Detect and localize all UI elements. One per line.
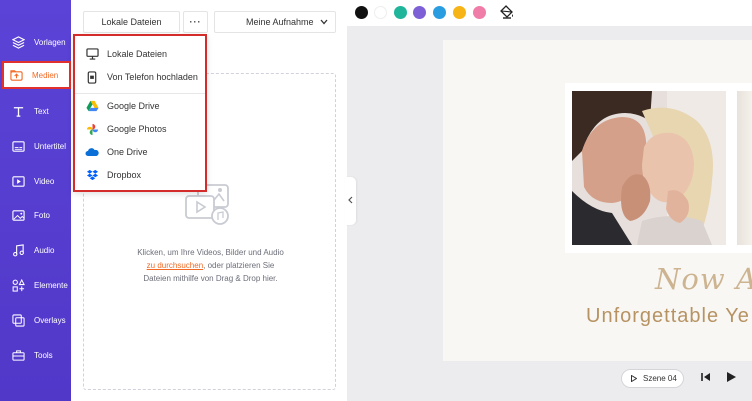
sidebar-item-label: Untertitel — [34, 141, 67, 151]
video-icon — [11, 174, 25, 188]
monitor-icon — [85, 47, 99, 61]
sidebar-item-label: Foto — [34, 210, 51, 220]
skip-back-button[interactable] — [698, 370, 714, 386]
sidebar-item-label: Audio — [34, 245, 55, 255]
sidebar-item-text[interactable]: Text — [6, 99, 68, 123]
menu-item-label: Dropbox — [107, 170, 142, 180]
toolbox-icon — [11, 348, 25, 362]
menu-item-label: Google Photos — [107, 124, 167, 134]
sidebar-item-foto[interactable]: Foto — [6, 203, 68, 227]
color-swatch-blue[interactable] — [433, 6, 446, 19]
play-large-icon — [726, 371, 737, 386]
layers-icon — [11, 35, 25, 49]
media-folder-icon — [9, 68, 23, 82]
sidebar-item-label: Video — [34, 176, 55, 186]
google-drive-icon — [85, 99, 99, 113]
sidebar-item-audio[interactable]: Audio — [6, 238, 68, 262]
collapse-panel-button[interactable] — [345, 177, 356, 225]
menu-item-upload-phone[interactable]: Von Telefon hochladen — [85, 68, 203, 86]
sidebar-item-tools[interactable]: Tools — [6, 343, 68, 367]
sidebar-item-vorlagen[interactable]: Vorlagen — [6, 30, 68, 54]
menu-item-label: Google Drive — [107, 101, 160, 111]
sidebar-item-overlays[interactable]: Overlays — [6, 308, 68, 332]
menu-item-label: Von Telefon hochladen — [107, 72, 198, 82]
menu-item-google-photos[interactable]: Google Photos — [85, 120, 203, 138]
music-icon — [11, 243, 25, 257]
play-icon — [631, 375, 637, 382]
drop-text-line3: Dateien mithilfe von Drag & Drop hier. — [143, 274, 278, 283]
more-options-button[interactable]: ··· — [183, 11, 208, 33]
sidebar-item-label: Elemente — [34, 280, 68, 290]
sidebar-item-medien[interactable]: Medien — [2, 61, 71, 89]
dropbox-icon — [85, 168, 99, 182]
chevron-left-icon — [348, 195, 353, 207]
browse-link[interactable]: zu durchsuchen — [147, 261, 203, 270]
paint-bucket-icon[interactable] — [500, 5, 514, 22]
color-swatch-teal[interactable] — [394, 6, 407, 19]
drop-text-line1: Klicken, um Ihre Videos, Bilder und Audi… — [137, 248, 284, 257]
sidebar-item-video[interactable]: Video — [6, 169, 68, 193]
menu-item-label: One Drive — [107, 147, 148, 157]
subtitle-icon — [11, 139, 25, 153]
menu-item-one-drive[interactable]: One Drive — [85, 143, 203, 161]
canvas-script-text[interactable]: Now Af — [655, 262, 752, 296]
menu-item-local-files[interactable]: Lokale Dateien — [85, 45, 203, 63]
my-recordings-dropdown[interactable]: Meine Aufnahme — [214, 11, 336, 33]
drop-instructions: Klicken, um Ihre Videos, Bilder und Audi… — [84, 246, 337, 285]
recordings-label: Meine Aufnahme — [246, 17, 314, 27]
google-photos-icon — [85, 122, 99, 136]
color-toolbar — [347, 0, 752, 26]
more-icon: ··· — [189, 17, 202, 27]
overlays-icon — [11, 313, 25, 327]
couple-photo[interactable] — [572, 91, 726, 245]
drop-text-line2-rest: , oder platzieren Sie — [203, 261, 275, 270]
phone-icon — [85, 70, 99, 84]
menu-item-label: Lokale Dateien — [107, 49, 168, 59]
scene-play-button[interactable]: Szene 04 — [621, 369, 684, 388]
upload-source-menu: Lokale Dateien Von Telefon hochladen Goo… — [73, 34, 207, 192]
color-swatch-white[interactable] — [374, 6, 387, 19]
menu-divider — [75, 93, 205, 94]
sidebar-item-label: Tools — [34, 350, 53, 360]
sidebar-item-label: Vorlagen — [34, 37, 66, 47]
color-swatch-pink[interactable] — [473, 6, 486, 19]
photo-icon — [11, 208, 25, 222]
chevron-down-icon — [320, 17, 328, 27]
color-swatch-black[interactable] — [355, 6, 368, 19]
local-files-button[interactable]: Lokale Dateien — [83, 11, 180, 33]
drop-text-line2: zu durchsuchen, oder platzieren Sie — [84, 259, 337, 272]
menu-item-dropbox[interactable]: Dropbox — [85, 166, 203, 184]
color-swatch-purple[interactable] — [413, 6, 426, 19]
color-swatch-yellow[interactable] — [453, 6, 466, 19]
elements-icon — [11, 278, 25, 292]
canvas-title-text[interactable]: Unforgettable Ye — [586, 305, 750, 328]
text-icon — [11, 104, 25, 118]
scene-label: Szene 04 — [643, 374, 677, 383]
skip-back-icon — [701, 372, 711, 385]
sidebar: Vorlagen Medien Text Untertitel Video Fo… — [0, 0, 71, 401]
play-button[interactable] — [723, 370, 739, 386]
onedrive-icon — [85, 145, 99, 159]
sidebar-item-label: Text — [34, 106, 49, 116]
sidebar-item-label: Overlays — [34, 315, 66, 325]
menu-item-google-drive[interactable]: Google Drive — [85, 97, 203, 115]
local-files-label: Lokale Dateien — [101, 17, 162, 27]
sidebar-item-untertitel[interactable]: Untertitel — [6, 134, 68, 158]
second-photo-edge — [737, 91, 752, 245]
sidebar-item-label: Medien — [32, 70, 59, 80]
sidebar-item-elemente[interactable]: Elemente — [6, 273, 68, 297]
